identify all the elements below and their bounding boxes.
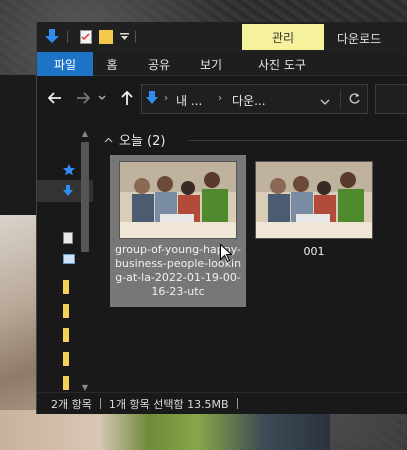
folder-icon[interactable]: [63, 376, 75, 390]
new-folder-icon[interactable]: [99, 29, 113, 45]
status-separator: [236, 398, 238, 409]
scroll-up-icon[interactable]: ▲: [80, 130, 90, 138]
breadcrumb-chevron-icon: ›: [218, 93, 222, 104]
group-header-today[interactable]: 오늘 (2): [104, 130, 165, 149]
properties-icon[interactable]: [79, 29, 93, 45]
scroll-down-icon[interactable]: ▼: [80, 384, 90, 392]
quick-access-download-icon[interactable]: [45, 29, 59, 45]
collapse-chevron-icon[interactable]: [104, 132, 113, 147]
customize-qat-icon[interactable]: [119, 29, 129, 45]
tab-picture-tools[interactable]: 사진 도구: [249, 52, 315, 76]
recent-locations-chevron-icon[interactable]: [97, 90, 107, 106]
file-explorer-window: 관리 다운로드 파일 홈 공유 보기 사진 도구 › 내 ... › 다운...…: [36, 22, 407, 414]
up-arrow-icon[interactable]: [119, 90, 135, 106]
navigation-pane: ▲ ▼: [37, 120, 93, 392]
desktop-photo-strip: [0, 410, 330, 450]
address-box[interactable]: › 내 ... › 다운...: [141, 84, 368, 114]
folder-icon[interactable]: [63, 352, 75, 366]
file-thumbnail: [119, 161, 237, 239]
forward-arrow-icon[interactable]: [75, 90, 91, 106]
tab-file[interactable]: 파일: [37, 52, 93, 76]
manage-context-tab[interactable]: 관리: [242, 24, 324, 50]
breadcrumb-chevron-icon: ›: [164, 93, 168, 104]
downloads-location-icon: [146, 91, 158, 109]
downloads-nav-icon: [63, 185, 73, 200]
qat-separator: [67, 31, 68, 43]
address-divider: [340, 90, 341, 108]
navigation-bar: › 내 ... › 다운...: [37, 76, 407, 120]
documents-icon[interactable]: [63, 232, 75, 244]
tab-home[interactable]: 홈: [97, 52, 127, 76]
back-arrow-icon[interactable]: [47, 90, 63, 106]
file-list: 오늘 (2) group-of-young-happy-business-peo…: [94, 120, 407, 392]
qat-separator: [135, 31, 136, 43]
group-divider: [189, 140, 407, 141]
file-name: 001: [303, 245, 325, 258]
folder-icon[interactable]: [63, 304, 75, 318]
title-bar: 관리 다운로드: [37, 22, 407, 52]
search-input[interactable]: [375, 84, 407, 114]
breadcrumb-this-pc[interactable]: 내 ...: [176, 92, 202, 109]
folder-icon[interactable]: [63, 280, 75, 294]
file-item[interactable]: 001: [254, 155, 390, 275]
folder-icon[interactable]: [63, 328, 75, 342]
tab-share[interactable]: 공유: [139, 52, 179, 76]
window-title: 다운로드: [337, 32, 382, 46]
tab-view[interactable]: 보기: [191, 52, 231, 76]
status-separator: [99, 398, 101, 409]
background-window-edge: [0, 75, 36, 215]
file-thumbnail: [255, 161, 373, 239]
status-item-count: 2개 항목: [51, 397, 92, 411]
file-item[interactable]: group-of-young-happy-business-people-loo…: [110, 155, 246, 307]
refresh-icon[interactable]: [348, 92, 361, 108]
pictures-icon[interactable]: [63, 254, 75, 266]
breadcrumb-downloads[interactable]: 다운...: [232, 92, 266, 109]
ribbon-tabs: 파일 홈 공유 보기 사진 도구: [37, 52, 407, 76]
mouse-cursor-icon: [220, 243, 233, 265]
group-label: 오늘 (2): [119, 134, 166, 149]
address-dropdown-chevron-icon[interactable]: [320, 95, 330, 108]
status-selection: 1개 항목 선택함 13.5MB: [108, 397, 229, 411]
quick-access-star-icon[interactable]: [63, 164, 75, 176]
nav-scrollbar[interactable]: ▲ ▼: [79, 130, 91, 392]
status-bar: 2개 항목 1개 항목 선택함 13.5MB: [37, 392, 407, 414]
nav-scrollbar-thumb[interactable]: [81, 142, 89, 252]
